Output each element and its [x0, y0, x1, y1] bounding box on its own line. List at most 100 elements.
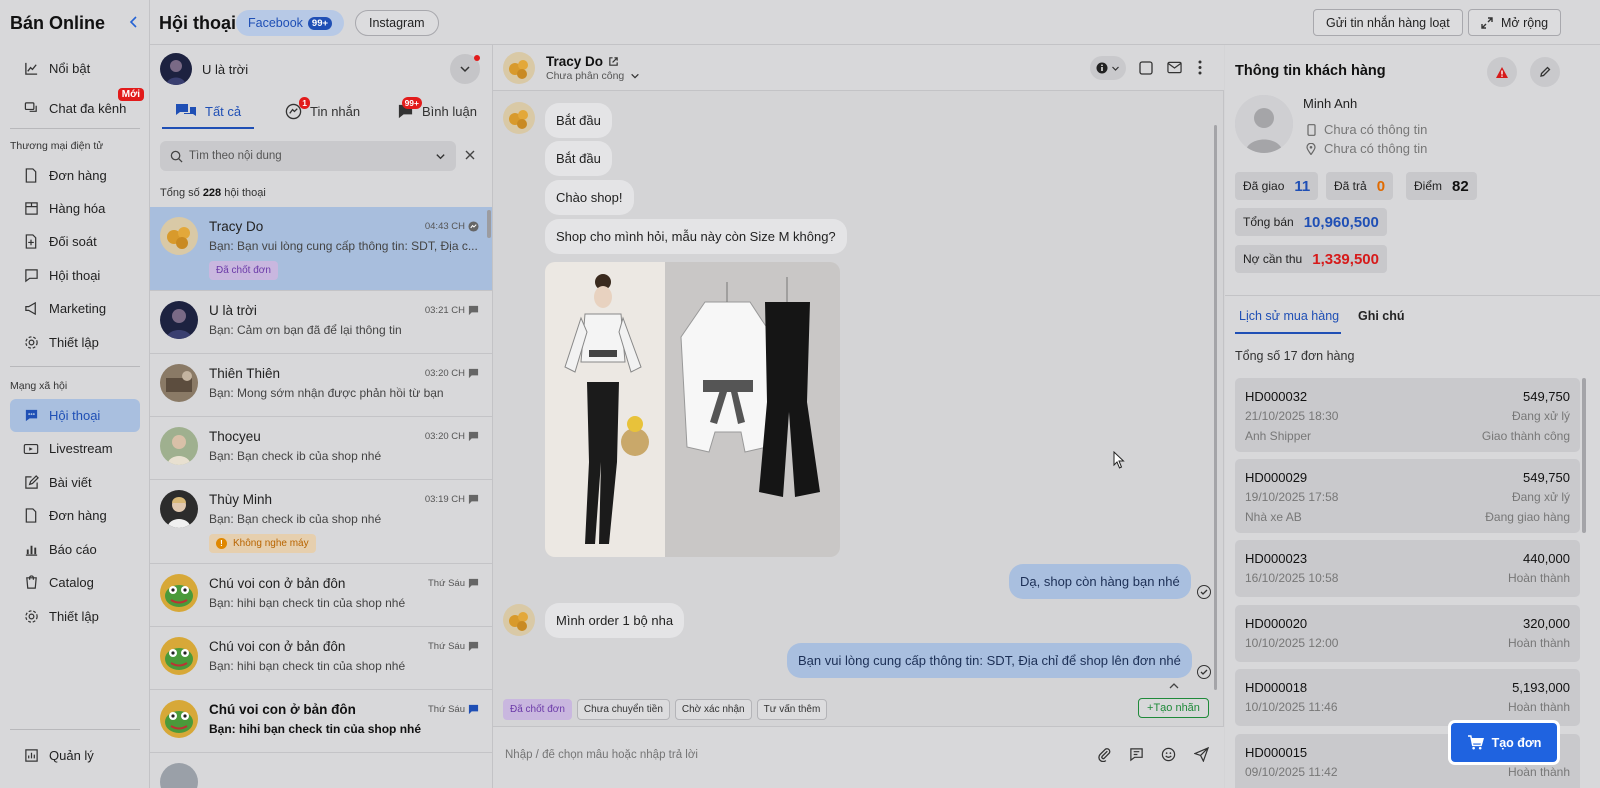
nav-don-hang-social[interactable]: Đơn hàng: [10, 499, 140, 532]
chip-label: Instagram: [369, 16, 425, 30]
order-id: HD000020: [1245, 616, 1308, 631]
comment-icon: 99+: [397, 96, 422, 120]
nav-bao-cao[interactable]: Báo cáo: [10, 533, 140, 566]
button-label: Gửi tin nhắn hàng loạt: [1326, 15, 1450, 30]
message-icon: [22, 407, 40, 425]
order-card[interactable]: HD000032 549,750 21/10/2025 18:30 Đang x…: [1235, 378, 1580, 452]
comment-icon: [467, 430, 479, 442]
nav-hoi-thoai-ecom[interactable]: Hội thoại: [10, 259, 140, 292]
nav-label: Hội thoại: [49, 408, 101, 423]
chevron-up-icon[interactable]: [1168, 681, 1180, 691]
order-card[interactable]: HD000020 320,000 10/10/2025 12:00 Hoàn t…: [1235, 605, 1580, 662]
nav-marketing[interactable]: Marketing: [10, 292, 140, 325]
chevron-down-icon[interactable]: [435, 151, 446, 162]
nav-doi-soat[interactable]: Đối soát: [10, 225, 140, 258]
page-dropdown-button[interactable]: [450, 54, 480, 84]
tab-label: Tất cả: [205, 103, 242, 119]
customer-message: Shop cho mình hỏi, mẫu này còn Size M kh…: [545, 219, 847, 254]
quick-tag[interactable]: Tư vấn thêm: [756, 699, 828, 720]
product-photo[interactable]: [545, 262, 840, 557]
messages-count-badge: 1: [299, 96, 310, 109]
info-menu-button[interactable]: [1090, 56, 1126, 80]
nav-chat-da-kenh[interactable]: Chat đa kênh Mới: [10, 88, 144, 125]
stat-value: 82: [1452, 177, 1469, 195]
search-field[interactable]: Tìm theo nội dung: [160, 141, 456, 171]
last-message: Bạn: Cảm ơn bạn đã để lại thông tin: [209, 323, 402, 337]
nav-catalog[interactable]: Catalog: [10, 566, 140, 599]
nav-hoi-thoai[interactable]: Hội thoại: [10, 399, 140, 432]
add-tag-button[interactable]: +Tạo nhãn: [1138, 698, 1209, 718]
conversation-row[interactable]: Thocyeu 03:20 CH Bạn: Bạn check ib của s…: [150, 417, 492, 480]
mail-icon[interactable]: [1167, 61, 1182, 74]
quick-tag[interactable]: Chờ xác nhận: [674, 699, 752, 720]
section-ecommerce: Thương mại điện tử: [10, 140, 104, 152]
chat-scrollbar[interactable]: [1214, 125, 1217, 690]
tab-purchase-history[interactable]: Lịch sử mua hàng: [1239, 309, 1339, 323]
order-amount: 320,000: [1523, 616, 1570, 631]
message-input[interactable]: [505, 743, 1065, 767]
nav-thiet-lap-social[interactable]: Thiết lập: [10, 600, 140, 633]
square-icon[interactable]: [1139, 61, 1153, 75]
nav-bai-viet[interactable]: Bài viết: [10, 466, 140, 499]
tab-all[interactable]: Tất cả: [175, 91, 241, 131]
external-link-icon[interactable]: [608, 56, 619, 67]
create-order-button[interactable]: Tạo đơn: [1451, 723, 1557, 762]
expand-button[interactable]: Mở rộng: [1468, 9, 1562, 36]
conversation-tag: ! Không nghe máy: [209, 534, 316, 553]
order-card[interactable]: HD000018 5,193,000 10/10/2025 11:46 Hoàn…: [1235, 669, 1580, 726]
nav-noi-bat[interactable]: Nổi bật: [10, 52, 140, 85]
comment-icon: [467, 367, 479, 379]
chart-icon: [22, 60, 40, 78]
order-card[interactable]: HD000029 549,750 19/10/2025 17:58 Đang x…: [1235, 459, 1580, 533]
conversation-row[interactable]: Chú voi con ở bản đôn Thứ Sáu Bạn: hihi …: [150, 690, 492, 753]
quick-tag[interactable]: Đã chốt đơn: [503, 699, 572, 720]
channel-facebook-chip[interactable]: Facebook 99+: [236, 10, 345, 36]
nav-hang-hoa[interactable]: Hàng hóa: [10, 192, 140, 225]
quick-tag[interactable]: Chưa chuyển tiền: [576, 699, 670, 720]
chat-header: Tracy Do Chưa phân công: [493, 45, 1224, 91]
page-selector[interactable]: U là trời: [160, 53, 248, 85]
assign-selector[interactable]: Chưa phân công: [546, 70, 640, 82]
close-icon[interactable]: [463, 148, 477, 162]
last-message: Bạn: Bạn check ib của shop nhé: [209, 449, 382, 463]
last-message: Bạn: Bạn vui lòng cung cấp thông tin: SD…: [209, 239, 478, 253]
emoji-icon[interactable]: [1159, 745, 1177, 763]
contact-avatar: [160, 364, 198, 402]
nav-thiet-lap-ecom[interactable]: Thiết lập: [10, 326, 140, 359]
conversation-row[interactable]: U là trời 03:21 CH Bạn: Cảm ơn bạn đã để…: [150, 291, 492, 354]
conversation-row[interactable]: Tracy Do 04:43 CH Bạn: Bạn vui lòng cung…: [150, 207, 492, 291]
orders-scrollbar[interactable]: [1582, 378, 1586, 533]
tab-notes[interactable]: Ghi chú: [1358, 309, 1405, 323]
stat-total-sales: Tổng bán 10,960,500: [1235, 208, 1387, 236]
contact-avatar: [160, 574, 198, 612]
gear-icon: [22, 608, 40, 626]
contact-avatar: [160, 217, 198, 255]
bulk-message-button[interactable]: Gửi tin nhắn hàng loạt: [1313, 9, 1463, 36]
tab-comments[interactable]: 99+ Bình luận: [397, 91, 477, 131]
conversation-row[interactable]: Thiên Thiên 03:20 CH Bạn: Mong sớm nhận …: [150, 354, 492, 417]
template-message-icon[interactable]: [1127, 745, 1145, 763]
list-scrollbar[interactable]: [487, 210, 491, 238]
attachment-icon[interactable]: [1095, 745, 1113, 763]
order-id: HD000023: [1245, 551, 1308, 566]
send-icon[interactable]: [1192, 745, 1210, 763]
nav-label: Livestream: [49, 441, 113, 456]
total-prefix: Tổng số: [160, 187, 200, 199]
collapse-chevron-icon[interactable]: [126, 14, 142, 30]
edit-icon: [22, 474, 40, 492]
nav-livestream[interactable]: Livestream: [10, 432, 140, 465]
customer-message: Mình order 1 bộ nha: [545, 603, 685, 638]
conversation-row[interactable]: Thùy Minh 03:19 CH Bạn: Bạn check ib của…: [150, 480, 492, 564]
report-button[interactable]: [1487, 57, 1517, 87]
conversation-row[interactable]: Chú voi con ở bản đôn Thứ Sáu Bạn: hihi …: [150, 627, 492, 690]
channel-instagram-chip[interactable]: Instagram: [355, 10, 439, 36]
conversation-row[interactable]: Chú voi con ở bản đôn Thứ Sáu Bạn: hihi …: [150, 564, 492, 627]
conversation-row[interactable]: [150, 753, 492, 788]
tab-messages[interactable]: 1 Tin nhắn: [285, 91, 360, 131]
left-sidebar: Bán Online Nổi bật Chat đa kênh Mới Thươ…: [0, 0, 150, 788]
more-vertical-icon[interactable]: [1198, 60, 1202, 75]
nav-quan-ly[interactable]: Quản lý: [10, 739, 140, 772]
edit-customer-button[interactable]: [1530, 57, 1560, 87]
nav-don-hang[interactable]: Đơn hàng: [10, 159, 140, 192]
order-card[interactable]: HD000023 440,000 16/10/2025 10:58 Hoàn t…: [1235, 540, 1580, 597]
